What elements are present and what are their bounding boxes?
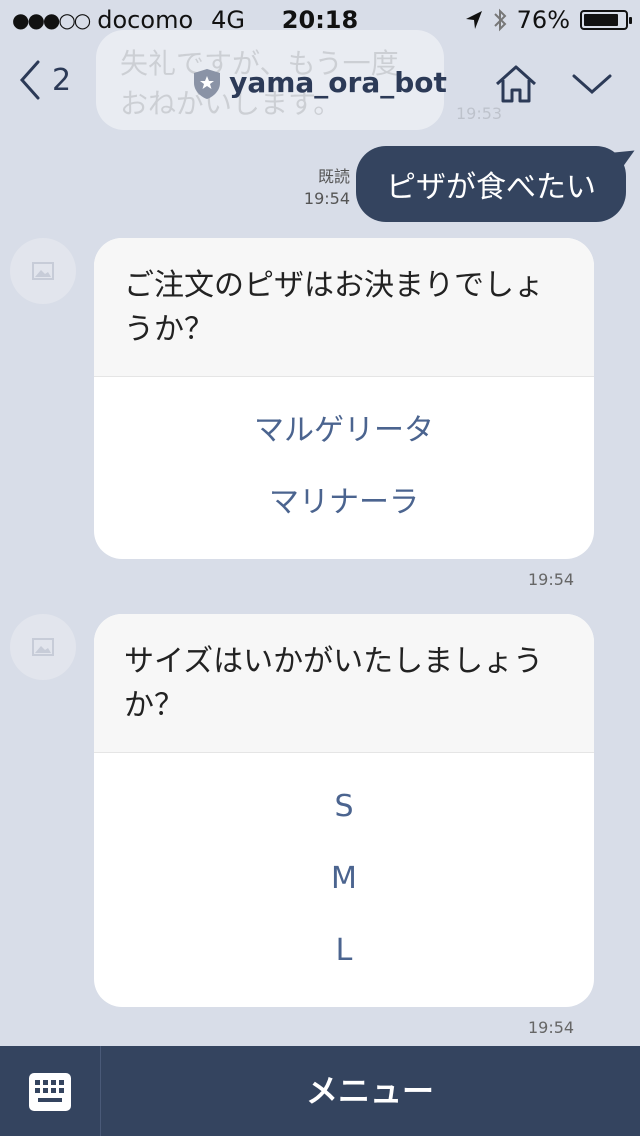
chat-title: yama_ora_bot bbox=[0, 66, 640, 100]
card-question: サイズはいかがいたしましょうか？ bbox=[94, 614, 594, 753]
bot-avatar[interactable] bbox=[10, 614, 76, 680]
template-card-size: サイズはいかがいたしましょうか？ S M L bbox=[94, 614, 594, 1007]
option-button[interactable]: マルゲリータ bbox=[94, 395, 594, 467]
keyboard-icon[interactable] bbox=[28, 1072, 72, 1112]
chevron-down-icon[interactable] bbox=[570, 70, 614, 98]
read-label: 既読 bbox=[317, 167, 350, 186]
option-button[interactable]: L bbox=[94, 915, 594, 987]
option-button[interactable]: S bbox=[94, 771, 594, 843]
image-placeholder-icon bbox=[32, 262, 54, 280]
option-button[interactable]: M bbox=[94, 843, 594, 915]
nav-bar: 2 yama_ora_bot bbox=[0, 40, 640, 128]
card-options: マルゲリータ マリナーラ bbox=[94, 377, 594, 559]
option-button[interactable]: マリナーラ bbox=[94, 467, 594, 539]
location-arrow-icon bbox=[465, 11, 482, 29]
template-card-pizza: ご注文のピザはお決まりでしょうか？ マルゲリータ マリナーラ bbox=[94, 238, 594, 559]
image-placeholder-icon bbox=[32, 638, 54, 656]
message-time: 19:54 bbox=[528, 1018, 575, 1037]
card-options: S M L bbox=[94, 753, 594, 1007]
menu-button[interactable]: メニュー bbox=[100, 1046, 640, 1136]
sent-message-time: 19:54 bbox=[303, 189, 350, 208]
chat-title-text: yama_ora_bot bbox=[229, 66, 447, 99]
bot-avatar[interactable] bbox=[10, 238, 76, 304]
card-question: ご注文のピザはお決まりでしょうか？ bbox=[94, 238, 594, 377]
sent-message: ピザが食べたい bbox=[356, 146, 626, 222]
status-right: 76% bbox=[465, 6, 632, 34]
sent-message-meta: 既読 19:54 bbox=[304, 166, 350, 210]
battery-percent: 76% bbox=[516, 6, 570, 34]
bottom-bar: メニュー bbox=[0, 1046, 640, 1136]
home-icon[interactable] bbox=[494, 64, 538, 104]
official-shield-icon bbox=[194, 69, 221, 99]
bluetooth-icon bbox=[493, 8, 507, 32]
message-time: 19:54 bbox=[528, 570, 575, 589]
sent-message-bubble[interactable]: ピザが食べたい bbox=[356, 146, 626, 222]
battery-icon bbox=[580, 10, 632, 30]
